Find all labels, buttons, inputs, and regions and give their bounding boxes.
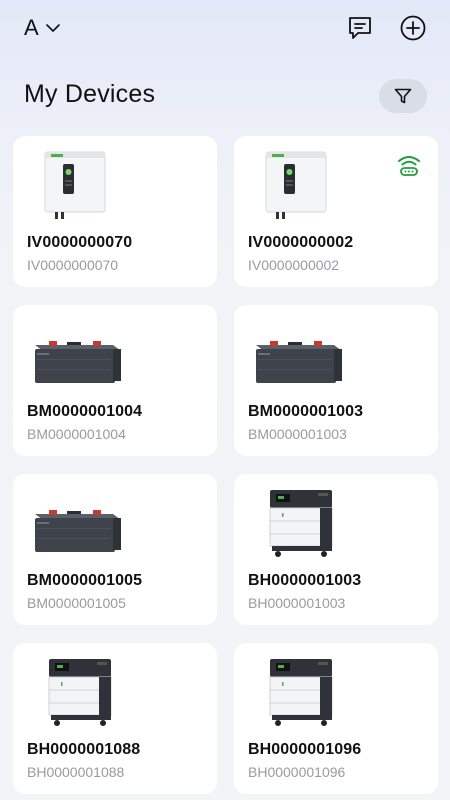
inverter-image xyxy=(44,151,106,219)
account-selector[interactable]: A xyxy=(24,14,61,42)
battery-stack-image xyxy=(48,659,112,726)
device-card[interactable]: BH0000001096 BH0000001096 xyxy=(234,643,438,794)
device-card[interactable]: BH0000001088 BH0000001088 xyxy=(13,643,217,794)
battery-stack-image xyxy=(269,490,333,557)
add-device-button[interactable] xyxy=(397,12,429,44)
device-serial: BM0000001003 xyxy=(248,426,347,442)
device-serial: BH0000001096 xyxy=(248,764,346,780)
device-name: BH0000001088 xyxy=(27,741,141,758)
device-serial: BH0000001088 xyxy=(27,764,125,780)
page-title: My Devices xyxy=(24,80,156,108)
battery-module-image xyxy=(35,341,121,383)
device-name: BM0000001004 xyxy=(27,403,143,420)
device-name: IV0000000070 xyxy=(27,234,133,251)
device-name: BH0000001096 xyxy=(248,741,362,758)
device-serial: IV0000000070 xyxy=(27,257,119,273)
device-card[interactable]: BM0000001005 BM0000001005 xyxy=(13,474,217,625)
battery-module-image xyxy=(256,341,342,383)
battery-stack-image xyxy=(269,659,333,726)
filter-button[interactable] xyxy=(379,79,427,113)
online-wifi-icon xyxy=(398,156,420,176)
top-bar: A xyxy=(0,0,450,60)
battery-module-image xyxy=(35,510,121,552)
device-card[interactable]: IV0000000002 IV0000000002 xyxy=(234,136,438,287)
filter-icon xyxy=(394,88,412,104)
message-icon xyxy=(349,17,371,39)
account-label: A xyxy=(24,15,39,40)
device-name: BM0000001005 xyxy=(27,572,143,589)
inverter-image xyxy=(265,151,327,219)
device-card[interactable]: BM0000001004 BM0000001004 xyxy=(13,305,217,456)
device-serial: BM0000001004 xyxy=(27,426,126,442)
device-card[interactable]: BH0000001003 BH0000001003 xyxy=(234,474,438,625)
device-card[interactable]: IV0000000070 IV0000000070 xyxy=(13,136,217,287)
device-serial: BH0000001003 xyxy=(248,595,346,611)
device-name: IV0000000002 xyxy=(248,234,354,251)
device-serial: BM0000001005 xyxy=(27,595,126,611)
device-name: BH0000001003 xyxy=(248,572,362,589)
device-serial: IV0000000002 xyxy=(248,257,340,273)
chevron-down-icon xyxy=(45,24,60,32)
device-card[interactable]: BM0000001003 BM0000001003 xyxy=(234,305,438,456)
plus-circle-icon xyxy=(400,15,426,41)
messages-button[interactable] xyxy=(344,12,376,44)
device-name: BM0000001003 xyxy=(248,403,364,420)
